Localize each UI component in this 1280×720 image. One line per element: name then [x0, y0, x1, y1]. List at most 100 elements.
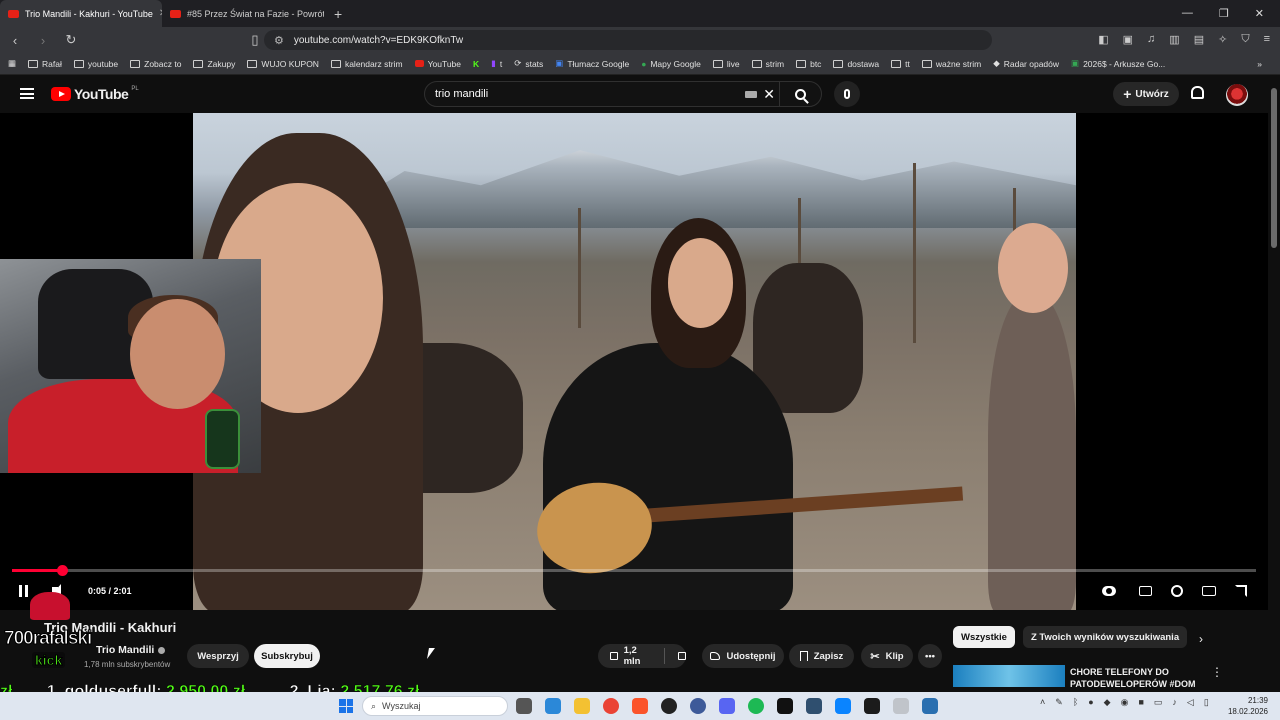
clip-button[interactable]: ✂ Klip	[861, 644, 913, 668]
pen-icon[interactable]: ✎	[1055, 697, 1063, 708]
progress-scrubber[interactable]	[56, 565, 68, 576]
search-box[interactable]: trio mandili ✕	[424, 81, 822, 107]
bookmark-link[interactable]: YouTube	[414, 59, 461, 69]
app-icon[interactable]	[835, 698, 851, 714]
notifications-icon[interactable]	[1191, 86, 1204, 99]
chevron-up-icon[interactable]: ˄	[1040, 697, 1045, 708]
site-info-icon[interactable]: ⚙	[274, 34, 284, 47]
progress-bar[interactable]	[12, 565, 1256, 576]
search-input[interactable]: trio mandili	[435, 88, 488, 100]
keyboard-icon[interactable]	[745, 91, 757, 98]
widgets-icon[interactable]	[545, 698, 561, 714]
bookmark-link[interactable]: ▣ 2026$ - Arkusze Go...	[1071, 58, 1165, 69]
app-icon[interactable]	[777, 698, 793, 714]
spotify-icon[interactable]	[748, 698, 764, 714]
subtitles-button[interactable]	[1137, 584, 1153, 598]
tray-app-icon[interactable]: ●	[1088, 697, 1093, 708]
tray-app-icon[interactable]: ■	[1138, 697, 1143, 708]
tab-youtube-video[interactable]: Trio Mandili - Kakhuri - YouTube ✕	[0, 0, 162, 27]
more-actions-button[interactable]: •••	[918, 644, 942, 668]
bluetooth-icon[interactable]: ᛒ	[1073, 697, 1078, 708]
start-button[interactable]	[339, 699, 353, 713]
bookmark-link[interactable]: ▮ t	[491, 58, 502, 69]
bookmark-folder[interactable]: youtube	[73, 59, 118, 69]
save-button[interactable]: Zapisz	[789, 644, 854, 668]
bookmark-folder[interactable]: ważne strim	[921, 59, 981, 69]
voice-search-button[interactable]	[834, 81, 860, 107]
more-bookmarks-icon[interactable]: »	[1257, 59, 1262, 69]
theater-mode-button[interactable]	[1201, 584, 1217, 598]
shield-icon[interactable]: ⛉	[1241, 33, 1249, 46]
brave-icon[interactable]	[632, 698, 648, 714]
extension-icon[interactable]: ◧	[1098, 33, 1108, 46]
forward-icon[interactable]: ›	[36, 33, 50, 48]
app-icon[interactable]	[806, 698, 822, 714]
app-icon[interactable]	[922, 698, 938, 714]
task-view-icon[interactable]	[516, 698, 532, 714]
app-icon[interactable]	[690, 698, 706, 714]
bookmark-link[interactable]: ◆ Radar opadów	[993, 58, 1059, 69]
bookmark-folder[interactable]: WUJO KUPON	[247, 59, 319, 69]
bookmark-folder[interactable]: Rafał	[28, 59, 62, 69]
youtube-logo[interactable]: YouTube PL	[51, 86, 139, 102]
bookmark-folder[interactable]: live	[712, 59, 740, 69]
share-button[interactable]: Udostępnij	[702, 644, 784, 668]
bookmark-page-icon[interactable]: ▯	[248, 32, 262, 48]
more-vertical-icon[interactable]: ⋮	[1211, 665, 1223, 679]
channel-link[interactable]: Trio Mandili	[96, 644, 154, 656]
subscribe-button[interactable]: Subskrybuj	[254, 644, 320, 668]
bookmark-folder[interactable]: dostawa	[833, 59, 879, 69]
new-tab-button[interactable]: +	[324, 6, 352, 22]
bookmark-folder[interactable]: btc	[796, 59, 821, 69]
obs-icon[interactable]	[661, 698, 677, 714]
search-button[interactable]	[779, 82, 821, 106]
url-bar[interactable]: ⚙ youtube.com/watch?v=EDK9KOfknTw	[264, 30, 992, 50]
back-icon[interactable]: ‹	[8, 33, 22, 48]
autoplay-toggle[interactable]	[1101, 584, 1117, 598]
volume-icon[interactable]: ◁	[1187, 697, 1194, 708]
create-button[interactable]: + Utwórz	[1113, 82, 1179, 106]
system-clock[interactable]: 21:39 18.02.2026	[1226, 695, 1268, 717]
tab-przez-swiat[interactable]: #85 Przez Świat na Fazie - Powrót do… ✕	[162, 0, 324, 27]
bookmark-link[interactable]: K	[473, 59, 479, 69]
tray-app-icon[interactable]: ◆	[1104, 697, 1111, 708]
scrollbar-thumb[interactable]	[1271, 88, 1277, 248]
support-button[interactable]: Wesprzyj	[187, 644, 249, 668]
reload-icon[interactable]: ↻	[64, 32, 78, 48]
bookmark-link[interactable]: ● Mapy Google	[641, 59, 701, 69]
battery-icon[interactable]: ▯	[1204, 697, 1209, 708]
chip-all[interactable]: Wszystkie	[953, 626, 1015, 648]
bookmark-folder[interactable]: kalendarz strim	[330, 59, 403, 69]
clear-search-icon[interactable]: ✕	[763, 86, 775, 103]
minimize-icon[interactable]: —	[1182, 7, 1193, 20]
scrollbar[interactable]	[1268, 76, 1280, 688]
app-icon[interactable]	[864, 698, 880, 714]
sidebar-icon[interactable]: ▥	[1169, 33, 1179, 46]
restore-icon[interactable]: ❐	[1219, 7, 1229, 20]
video-player[interactable]: 0:05 / 2:01	[0, 113, 1268, 610]
apps-grid-icon[interactable]: ▦	[8, 58, 16, 69]
ai-icon[interactable]: ✧	[1218, 33, 1227, 46]
video-frame[interactable]	[193, 113, 1076, 610]
bookmark-folder[interactable]: Zakupy	[193, 59, 235, 69]
steam-icon[interactable]: ◉	[1121, 697, 1129, 708]
microphone-icon[interactable]: ♪	[1172, 697, 1177, 708]
avatar[interactable]	[1226, 84, 1248, 106]
bookmark-link[interactable]: ⟳ stats	[514, 58, 543, 69]
bookmark-folder[interactable]: strim	[751, 59, 784, 69]
bookmark-link[interactable]: ▣ Tłumacz Google	[555, 58, 629, 69]
screenshot-icon[interactable]: ▣	[1123, 33, 1133, 46]
hamburger-menu-icon[interactable]	[20, 88, 34, 99]
channel-name[interactable]: Trio Mandili	[96, 644, 166, 656]
dislike-icon[interactable]	[678, 652, 687, 660]
network-icon[interactable]: ▭	[1154, 697, 1163, 708]
chrome-icon[interactable]	[603, 698, 619, 714]
like-icon[interactable]	[610, 652, 618, 660]
file-explorer-icon[interactable]	[574, 698, 590, 714]
chip-from-search[interactable]: Z Twoich wyników wyszukiwania	[1022, 626, 1188, 648]
menu-icon[interactable]: ≡	[1264, 33, 1270, 46]
close-window-icon[interactable]: ✕	[1255, 7, 1264, 20]
chevron-right-icon[interactable]: ›	[1199, 632, 1203, 646]
discord-icon[interactable]	[719, 698, 735, 714]
music-icon[interactable]: ♫	[1147, 33, 1155, 46]
